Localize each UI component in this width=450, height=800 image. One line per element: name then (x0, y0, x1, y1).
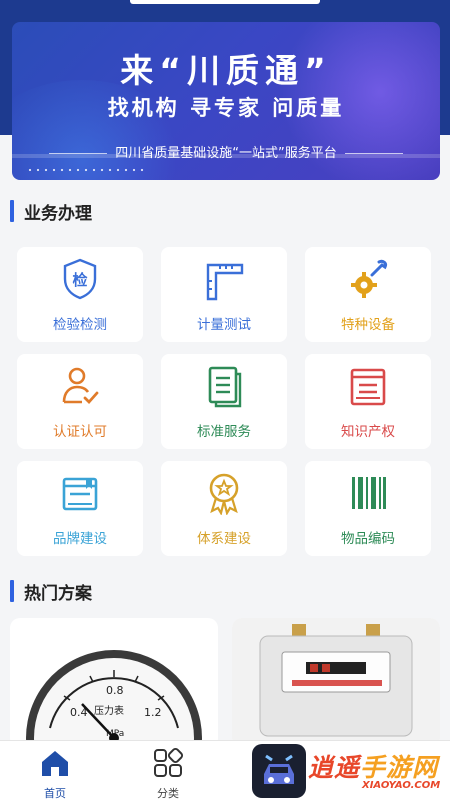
gauge-caption: 压力表 (94, 704, 124, 717)
service-label: 特种设备 (341, 317, 395, 333)
tab-label: 分类 (157, 787, 179, 800)
banner-tagline: 四川省质量基础设施“一站式”服务平台 (12, 142, 440, 161)
user-check-icon (62, 367, 99, 405)
service-card-inspection[interactable]: 检 检验检测 (17, 247, 143, 342)
section-title-text: 热门方案 (24, 583, 92, 604)
gauge-tick-label: 1.2 (144, 706, 162, 719)
section-title-business: 业务办理 (10, 198, 92, 224)
section-accent-bar (10, 580, 14, 602)
service-card-ip[interactable]: 知识产权 (305, 354, 431, 449)
banner-title: 来“川质通” (120, 51, 332, 90)
svg-text:检: 检 (72, 271, 87, 289)
status-notch (130, 0, 320, 4)
category-grid-icon (154, 747, 184, 777)
hot-solution-card-gas-meter[interactable] (232, 618, 440, 748)
service-card-certification[interactable]: 认证认可 (17, 354, 143, 449)
watermark-url: XIAOYAO.COM (362, 780, 441, 791)
site-watermark: 逍遥手游网 XIAOYAO.COM (252, 744, 450, 800)
barcode-icon (352, 477, 386, 509)
service-label: 品牌建设 (53, 531, 107, 547)
banner-subtitle: 找机构 寻专家 问质量 (107, 96, 345, 120)
service-label: 标准服务 (197, 424, 251, 440)
section-accent-bar (10, 200, 14, 222)
promo-banner[interactable]: 来“川质通” 找机构 寻专家 问质量 四川省质量基础设施“一站式”服务平台 (12, 22, 440, 180)
document-icon (208, 366, 242, 408)
service-label: 体系建设 (197, 531, 251, 547)
gear-wrench-icon (351, 259, 387, 298)
service-card-system[interactable]: 体系建设 (161, 461, 287, 556)
service-label: 检验检测 (53, 317, 107, 333)
car-logo-icon (252, 744, 306, 798)
hot-solution-card-gauge[interactable]: 0.4 0.8 1.2 压力表 MPa (10, 618, 218, 748)
gas-meter-image (232, 618, 440, 748)
section-title-text: 业务办理 (24, 203, 92, 224)
inspection-shield-icon: 检 (63, 258, 97, 300)
service-card-brand[interactable]: 品牌建设 (17, 461, 143, 556)
award-badge-icon (209, 473, 239, 515)
service-label: 认证认可 (53, 424, 107, 440)
service-card-standards[interactable]: 标准服务 (161, 354, 287, 449)
measuring-square-icon (206, 263, 244, 301)
gauge-tick-label: 0.8 (106, 684, 124, 697)
home-icon (42, 751, 68, 776)
tab-home[interactable]: 首页 (25, 747, 85, 800)
section-title-hot: 热门方案 (10, 578, 92, 604)
service-card-metrology[interactable]: 计量测试 (161, 247, 287, 342)
service-label: 知识产权 (341, 424, 395, 440)
watermark-text: 逍遥手游网 (308, 753, 439, 782)
brand-book-icon (62, 477, 98, 511)
service-card-special-equipment[interactable]: 特种设备 (305, 247, 431, 342)
tab-label: 首页 (44, 787, 66, 800)
service-label: 计量测试 (197, 317, 251, 333)
tab-category[interactable]: 分类 (138, 747, 198, 800)
pressure-gauge-image: 0.4 0.8 1.2 压力表 MPa (26, 650, 202, 748)
banner-dots-decoration (26, 168, 146, 172)
service-label: 物品编码 (341, 531, 395, 547)
service-card-coding[interactable]: 物品编码 (305, 461, 431, 556)
book-icon (350, 368, 386, 406)
